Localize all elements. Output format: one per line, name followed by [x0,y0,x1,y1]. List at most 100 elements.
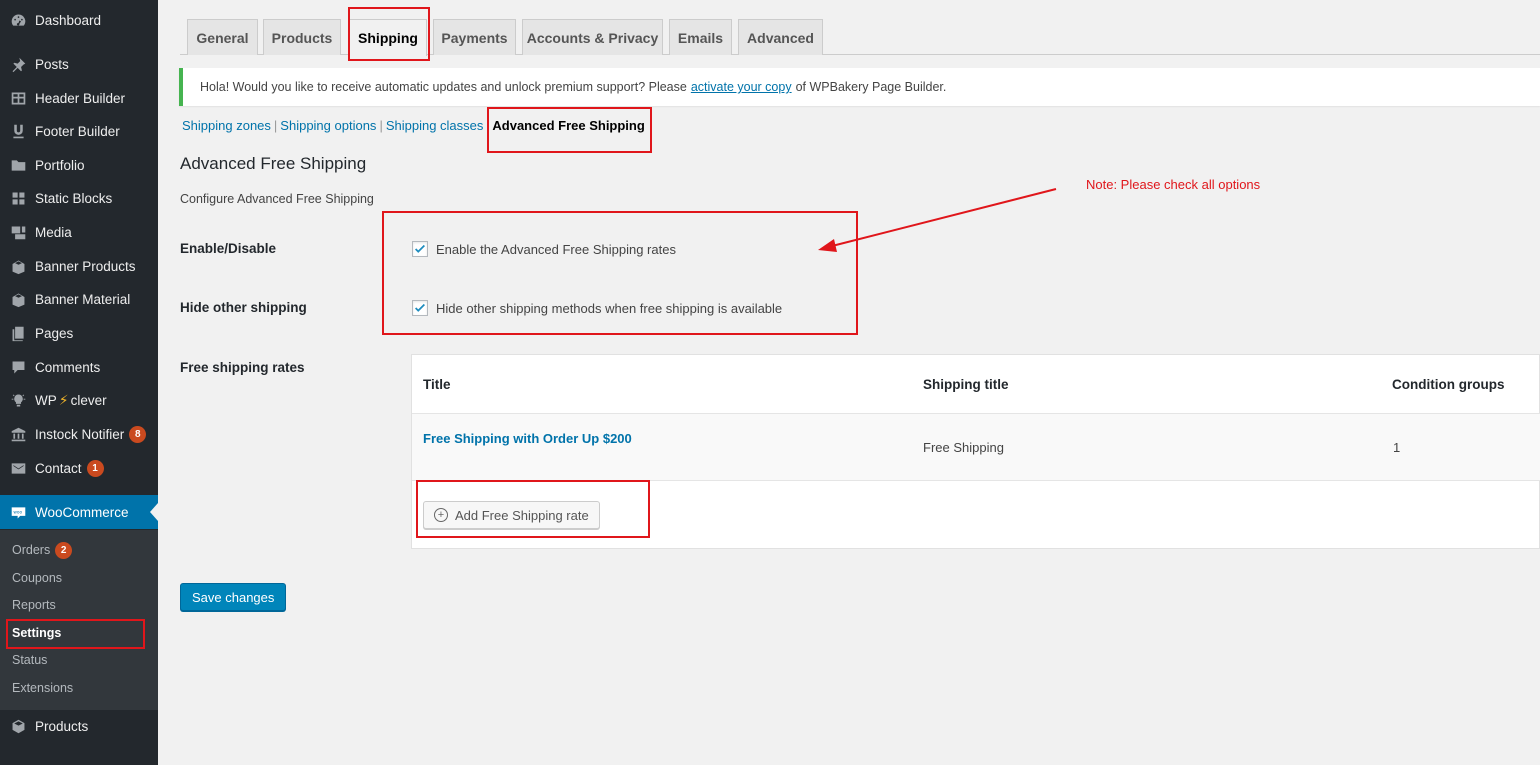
sidebar-item-label: Portfolio [35,157,85,173]
tab-general[interactable]: General [187,19,258,55]
sidebar-item-label: Products [35,718,89,734]
sidebar-item-label: Banner Material [35,291,131,307]
sidebar-item-footer-builder[interactable]: Footer Builder [0,114,158,148]
sidebar-item-label: WooCommerce [35,504,129,520]
sidebar-item-label: Banner Products [35,258,136,274]
submenu-item-reports[interactable]: Reports [12,595,56,615]
notice-text-end: of WPBakery Page Builder. [795,80,947,94]
rate-title-link[interactable]: Free Shipping with Order Up $200 [423,431,632,446]
sidebar-item-label: Comments [35,359,101,375]
comment-icon [8,357,28,377]
sidebar-item-products[interactable]: Products [0,709,158,743]
sidebar-item-woocommerce[interactable]: woo WooCommerce [0,495,158,529]
subnav-shipping-classes[interactable]: Shipping classes [386,118,484,133]
sidebar-item-media[interactable]: Media [0,215,158,249]
annotation-box-shipping-tab [348,7,430,61]
sidebar-item-label: Pages [35,325,74,341]
admin-notice: Hola! Would you like to receive automati… [179,68,1540,106]
sidebar-item-label: Instock Notifier [35,426,125,442]
column-header-title: Title [423,377,451,392]
sidebar-item-pages[interactable]: Pages [0,316,158,350]
lightbulb-icon [8,390,28,410]
subnav-separator: | [273,118,278,133]
box-icon [8,289,28,309]
sidebar-item-label: WP [35,392,57,408]
tab-advanced[interactable]: Advanced [738,19,823,55]
section-title: Advanced Free Shipping [180,154,367,173]
underline-icon [8,121,28,141]
sidebar-item-label: Header Builder [35,90,126,106]
submenu-label: Orders [12,543,51,557]
svg-text:woo: woo [13,510,22,515]
tab-products[interactable]: Products [263,19,341,55]
sidebar-item-static-blocks[interactable]: Static Blocks [0,181,158,215]
notice-text: Hola! Would you like to receive automati… [200,80,687,94]
sidebar-item-label: clever [70,392,107,408]
column-header-condition-groups: Condition groups [1392,377,1505,392]
annotation-box-settings [6,619,145,649]
submenu-item-orders[interactable]: Orders 2 [12,540,73,560]
lightning-icon: ⚡ [58,391,69,408]
sidebar-item-label: Dashboard [35,12,102,28]
enable-disable-label: Enable/Disable [180,241,277,256]
submenu-label: Reports [12,598,56,612]
sidebar-item-portfolio[interactable]: Portfolio [0,148,158,182]
sidebar-item-posts[interactable]: Posts [0,47,158,81]
sidebar-item-instock-notifier[interactable]: Instock Notifier 8 [0,417,158,451]
annotation-box-add-rate [416,480,650,538]
pages-icon [8,323,28,343]
sidebar-item-dashboard[interactable]: Dashboard [0,3,158,37]
submenu-item-status[interactable]: Status [12,650,47,670]
count-badge: 8 [129,425,147,443]
dashboard-icon [8,10,28,30]
mail-icon [8,458,28,478]
annotation-box-options [382,211,858,335]
bank-icon [8,424,28,444]
hide-other-shipping-label: Hide other shipping [180,300,307,315]
tab-payments[interactable]: Payments [433,19,516,55]
submenu-label: Coupons [12,571,63,585]
box-icon [8,256,28,276]
subnav-separator: | [379,118,383,133]
sidebar-item-contact[interactable]: Contact 1 [0,451,158,485]
sidebar-item-header-builder[interactable]: Header Builder [0,81,158,115]
pin-icon [8,54,28,74]
current-menu-arrow [150,503,158,521]
column-header-shipping-title: Shipping title [923,377,1009,392]
media-icon [8,222,28,242]
annotation-note: Note: Please check all options [1086,177,1261,192]
activate-link[interactable]: activate your copy [691,80,792,94]
woo-icon: woo [8,502,28,522]
table-row: Free Shipping with Order Up $200 Free Sh… [412,414,1540,480]
save-changes-button[interactable]: Save changes [180,583,287,611]
folder-icon [8,155,28,175]
count-badge: 2 [55,541,73,559]
sidebar-item-label: Media [35,224,72,240]
sidebar-item-wp-clever[interactable]: WP ⚡ clever [0,383,158,417]
free-shipping-rates-label: Free shipping rates [180,360,305,375]
subnav-shipping-options[interactable]: Shipping options [280,118,376,133]
submenu-label: Extensions [12,681,74,695]
rate-shipping-title: Free Shipping [923,440,1004,455]
tab-emails[interactable]: Emails [669,19,732,55]
sidebar-item-label: Static Blocks [35,190,113,206]
tab-accounts-privacy[interactable]: Accounts & Privacy [522,19,663,55]
submenu-label: Status [12,653,48,667]
grid-icon [8,188,28,208]
cube-icon [8,716,28,736]
sidebar-item-label: Contact [35,460,82,476]
sidebar-item-label: Footer Builder [35,123,120,139]
count-badge: 1 [86,459,104,477]
section-description: Configure Advanced Free Shipping [180,192,374,206]
rate-condition-groups: 1 [1393,440,1401,455]
admin-sidebar: Dashboard Posts Header Builder Footer Bu… [0,0,158,765]
sidebar-item-label: Posts [35,56,69,72]
sidebar-item-banner-products[interactable]: Banner Products [0,249,158,283]
subnav-shipping-zones[interactable]: Shipping zones [182,118,271,133]
submenu-item-coupons[interactable]: Coupons [12,568,62,588]
sidebar-item-banner-material[interactable]: Banner Material [0,282,158,316]
submenu-item-extensions[interactable]: Extensions [12,678,73,698]
sidebar-item-comments[interactable]: Comments [0,350,158,384]
annotation-box-advanced-free-shipping [487,107,652,153]
main-content: General Products Shipping Payments Accou… [158,0,1540,765]
